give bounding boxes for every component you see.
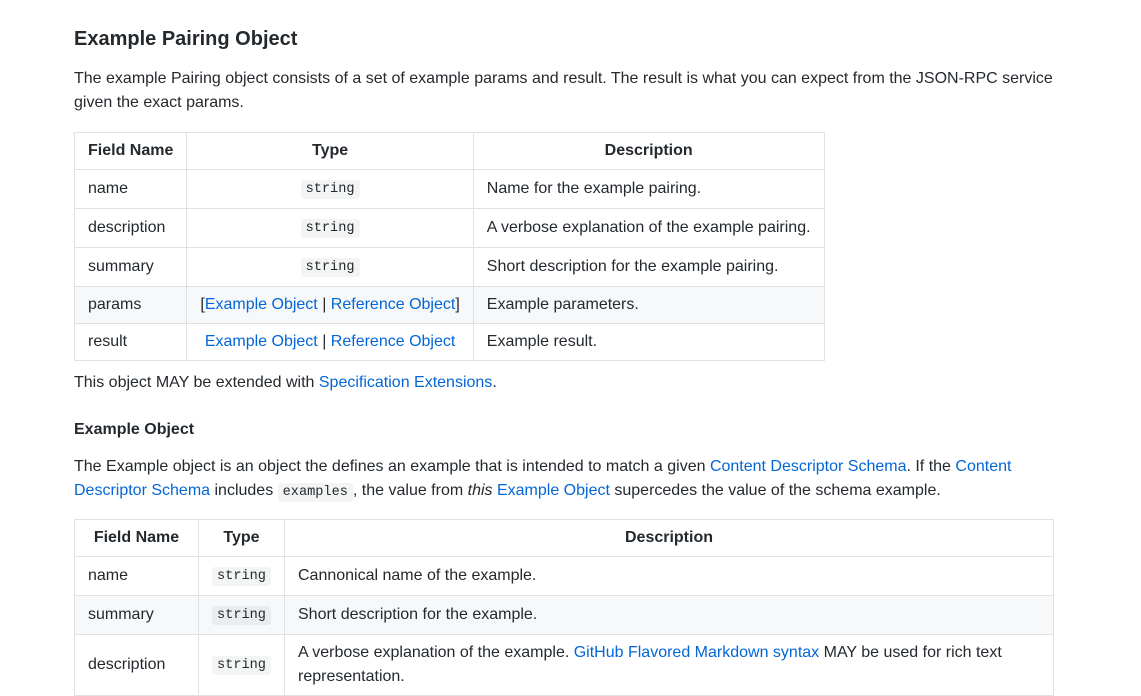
- type-cell: string: [198, 634, 285, 696]
- reference-object-link[interactable]: Reference Object: [331, 296, 456, 313]
- table-row: name string Name for the example pairing…: [73, 169, 825, 209]
- field-cell: name: [73, 169, 188, 209]
- intro-text: The Example object is an object the defi…: [74, 458, 710, 475]
- description-text: A verbose explanation of the example.: [298, 644, 574, 661]
- section-intro: The example Pairing object consists of a…: [74, 70, 1053, 111]
- type-cell: string: [186, 208, 474, 248]
- field-cell: params: [73, 286, 188, 324]
- extension-prefix: This object MAY be extended with: [74, 374, 319, 391]
- type-code: string: [300, 219, 360, 238]
- header-field-name: Field Name: [73, 132, 188, 170]
- table-header-row: Field Name Type Description: [73, 132, 825, 170]
- field-cell: result: [73, 323, 188, 361]
- examples-code: examples: [277, 483, 353, 502]
- type-cell: string: [186, 169, 474, 209]
- example-object-title: Example Object: [74, 421, 195, 438]
- table-row: name string Cannonical name of the examp…: [74, 556, 1054, 596]
- intro-text: . If the: [906, 458, 956, 475]
- pairing-table: Field Name Type Description name string …: [73, 132, 825, 361]
- header-type: Type: [198, 519, 285, 557]
- header-description: Description: [472, 132, 825, 170]
- field-cell: summary: [73, 247, 188, 287]
- table-row: summary string Short description for the…: [73, 247, 825, 287]
- example-object-link[interactable]: Example Object: [497, 482, 610, 499]
- field-cell: description: [74, 634, 199, 696]
- type-separator: |: [317, 333, 331, 350]
- type-cell: string: [198, 595, 285, 635]
- table-row: description string A verbose explanation…: [73, 208, 825, 248]
- example-object-link[interactable]: Example Object: [205, 333, 318, 350]
- description-cell: Example result.: [472, 323, 825, 361]
- table-header-row: Field Name Type Description: [74, 519, 1054, 557]
- gfm-syntax-link[interactable]: GitHub Flavored Markdown syntax: [574, 644, 819, 661]
- type-code: string: [300, 180, 360, 199]
- type-code: string: [212, 656, 271, 675]
- type-cell: [Example Object | Reference Object]: [186, 286, 474, 324]
- intro-text: supercedes the value of the schema examp…: [609, 482, 941, 499]
- reference-object-link[interactable]: Reference Object: [331, 333, 456, 350]
- type-separator: |: [317, 296, 331, 313]
- table-row: result Example Object | Reference Object…: [73, 323, 825, 361]
- table-row: summary string Short description for the…: [74, 595, 1054, 635]
- description-cell: Short description for the example.: [284, 595, 1054, 635]
- type-code: string: [212, 606, 271, 625]
- type-code: string: [300, 258, 360, 277]
- extension-note: This object MAY be extended with Specifi…: [74, 371, 1054, 395]
- type-code: string: [212, 567, 271, 586]
- description-cell: Example parameters.: [472, 286, 825, 324]
- intro-text: includes: [210, 482, 278, 499]
- header-description: Description: [284, 519, 1054, 557]
- description-cell: A verbose explanation of the example pai…: [472, 208, 825, 248]
- description-cell: Short description for the example pairin…: [472, 247, 825, 287]
- header-field-name: Field Name: [74, 519, 199, 557]
- section-title: Example Pairing Object: [74, 28, 298, 50]
- description-cell: Name for the example pairing.: [472, 169, 825, 209]
- example-object-link[interactable]: Example Object: [205, 296, 318, 313]
- field-cell: summary: [74, 595, 199, 635]
- content-descriptor-schema-link[interactable]: Content Descriptor Schema: [710, 458, 907, 475]
- type-cell: string: [198, 556, 285, 596]
- intro-text: , the value from: [352, 482, 468, 499]
- type-cell: Example Object | Reference Object: [186, 323, 474, 361]
- emphasis-text: this: [467, 482, 493, 499]
- type-cell: string: [186, 247, 474, 287]
- table-row: description string A verbose explanation…: [74, 634, 1054, 696]
- field-cell: name: [74, 556, 199, 596]
- description-cell: A verbose explanation of the example. Gi…: [284, 634, 1054, 696]
- header-type: Type: [186, 132, 474, 170]
- extension-suffix: .: [492, 374, 497, 391]
- bracket-close: ]: [455, 296, 460, 313]
- field-cell: description: [73, 208, 188, 248]
- example-object-table: Field Name Type Description name string …: [74, 519, 1054, 696]
- example-object-intro: The Example object is an object the defi…: [74, 455, 1054, 505]
- specification-extensions-link[interactable]: Specification Extensions: [319, 374, 492, 391]
- table-row: params [Example Object | Reference Objec…: [73, 286, 825, 324]
- description-cell: Cannonical name of the example.: [284, 556, 1054, 596]
